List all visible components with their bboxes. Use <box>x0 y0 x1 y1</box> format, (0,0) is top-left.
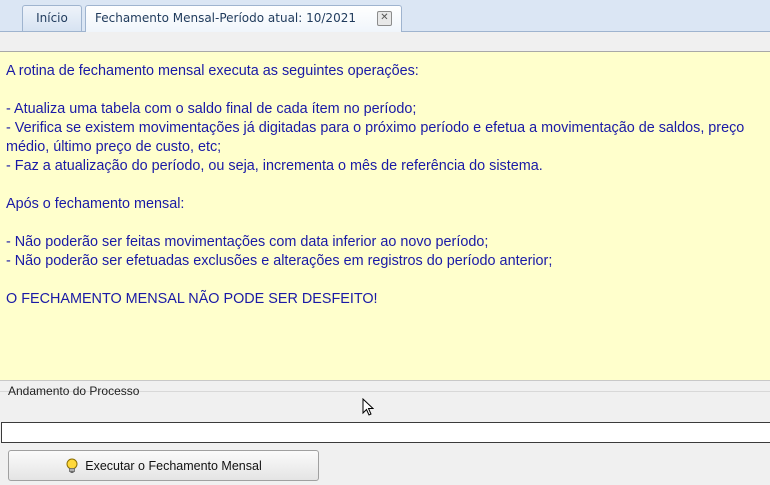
execute-button-label: Executar o Fechamento Mensal <box>85 458 262 473</box>
operation-item: - Faz a atualização do período, ou seja,… <box>6 158 543 174</box>
restriction-item: - Não poderão ser feitas movimentações c… <box>6 234 489 250</box>
operation-item: - Verifica se existem movimentações já d… <box>6 120 749 155</box>
after-heading: Após o fechamento mensal: <box>6 196 185 212</box>
info-intro: A rotina de fechamento mensal executa as… <box>6 63 419 79</box>
progress-bar <box>1 422 770 443</box>
process-group-label: Andamento do Processo <box>8 384 140 398</box>
execute-closing-button[interactable]: Executar o Fechamento Mensal <box>8 450 319 481</box>
lightbulb-icon <box>66 458 78 473</box>
tab-bar: Início Fechamento Mensal-Período atual: … <box>0 0 770 32</box>
tab-fechamento-label: Fechamento Mensal-Período atual: 10/2021 <box>95 11 356 25</box>
tab-inicio[interactable]: Início <box>22 5 82 31</box>
restriction-item: - Não poderão ser efetuadas exclusões e … <box>6 253 553 269</box>
operation-item: - Atualiza uma tabela com o saldo final … <box>6 101 417 117</box>
close-icon[interactable]: ✕ <box>377 11 392 26</box>
info-panel: A rotina de fechamento mensal executa as… <box>0 51 770 381</box>
mouse-pointer-icon <box>362 398 374 416</box>
tab-fechamento-mensal[interactable]: Fechamento Mensal-Período atual: 10/2021… <box>85 5 402 32</box>
warning-text: O FECHAMENTO MENSAL NÃO PODE SER DESFEIT… <box>6 291 378 307</box>
